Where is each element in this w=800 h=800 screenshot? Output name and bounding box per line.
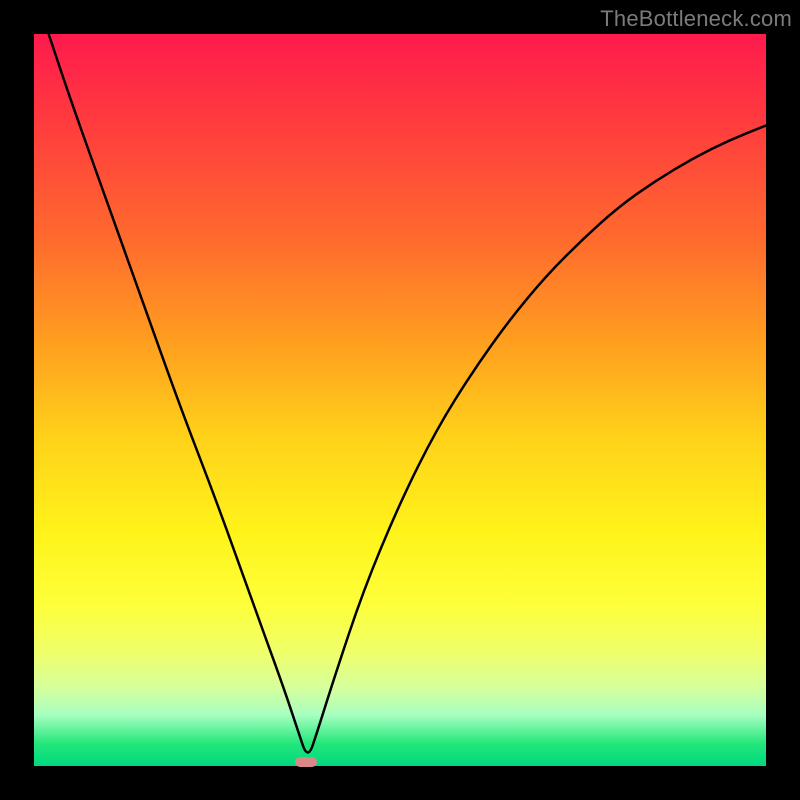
chart-frame: TheBottleneck.com xyxy=(0,0,800,800)
plot-area xyxy=(34,34,766,766)
optimal-marker xyxy=(295,757,317,767)
bottleneck-curve xyxy=(34,34,766,766)
watermark-text: TheBottleneck.com xyxy=(600,6,792,32)
